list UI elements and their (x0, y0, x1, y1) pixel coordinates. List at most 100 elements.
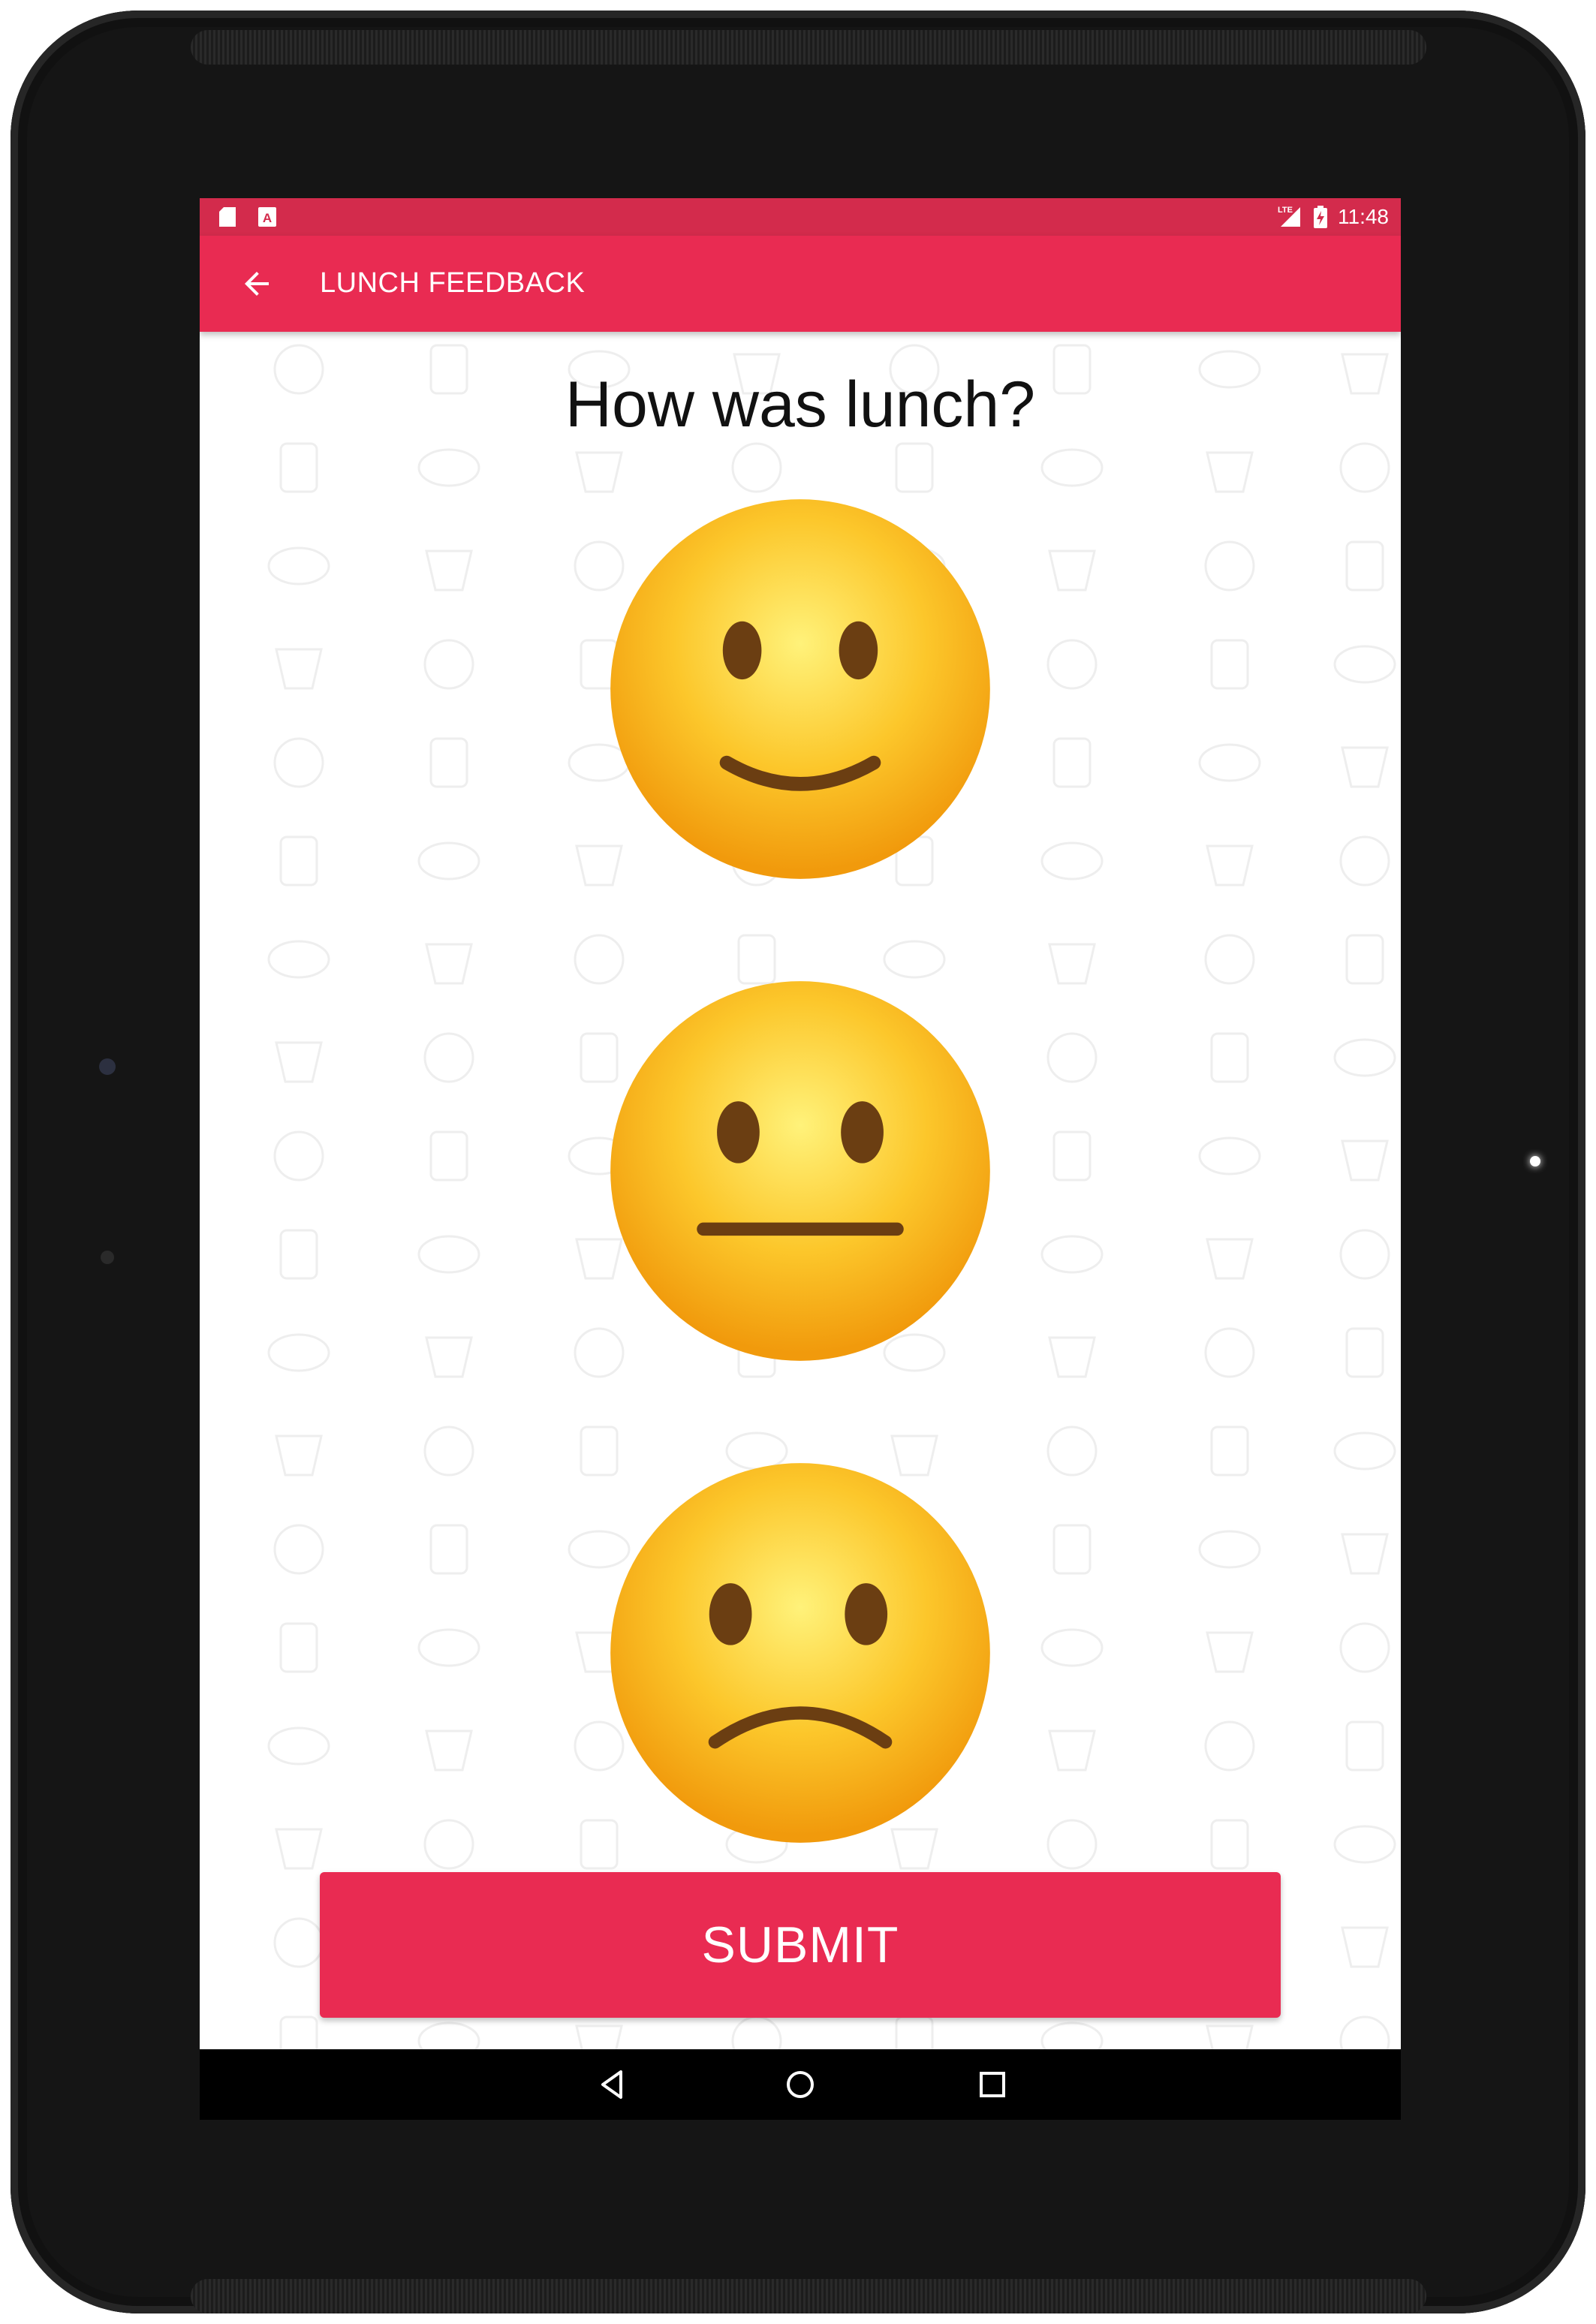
food-pattern-icon (423, 1425, 474, 1477)
food-pattern-icon (417, 1628, 480, 1667)
food-pattern-icon (1341, 1139, 1389, 1182)
food-pattern-icon (1204, 1720, 1255, 1772)
food-pattern-icon (1339, 2015, 1390, 2049)
food-pattern-icon (737, 934, 776, 985)
food-pattern-icon (279, 442, 318, 493)
food-pattern-icon (267, 1333, 330, 1372)
food-pattern-icon (895, 442, 934, 493)
food-pattern-icon (423, 1819, 474, 1870)
food-pattern-icon (1204, 540, 1255, 592)
food-pattern-icon (1339, 835, 1390, 887)
food-pattern-icon (1198, 1530, 1261, 1569)
food-pattern-icon (417, 841, 480, 881)
back-triangle-icon[interactable] (594, 2066, 631, 2103)
top-speaker-grille (191, 30, 1426, 65)
food-pattern-icon (1341, 1533, 1389, 1575)
food-pattern-icon (1048, 549, 1096, 592)
food-pattern-icon (1341, 1926, 1389, 1968)
food-pattern-icon (279, 1229, 318, 1280)
lte-signal-icon: LTE (1278, 206, 1300, 227)
food-pattern-icon (895, 2015, 934, 2049)
food-pattern-icon (1048, 943, 1096, 985)
food-pattern-icon (1046, 1425, 1098, 1477)
food-pattern-icon (883, 940, 946, 979)
food-pattern-icon (429, 1130, 468, 1182)
food-pattern-icon (1210, 639, 1249, 690)
food-pattern-icon (275, 648, 323, 690)
food-pattern-icon (1204, 934, 1255, 985)
food-pattern-icon (1339, 442, 1390, 493)
submit-button[interactable]: SUBMIT (320, 1872, 1281, 2018)
camera-sensor (99, 1058, 116, 1075)
food-pattern-icon (425, 549, 473, 592)
food-pattern-icon (279, 835, 318, 887)
app-bar: LUNCH FEEDBACK (200, 236, 1401, 332)
food-pattern-icon (1206, 844, 1254, 887)
food-pattern-icon (279, 1622, 318, 1673)
keyboard-a-icon: A (258, 207, 276, 227)
notification-led (1530, 1156, 1540, 1167)
food-pattern-icon (1206, 451, 1254, 493)
food-pattern-icon (267, 940, 330, 979)
food-pattern-icon (1040, 1235, 1104, 1274)
food-pattern-icon (417, 2021, 480, 2049)
food-pattern-icon (279, 2015, 318, 2049)
food-pattern-icon (425, 943, 473, 985)
neutral-face-icon[interactable] (607, 977, 994, 1365)
food-pattern-icon (1206, 2024, 1254, 2049)
food-pattern-icon (1345, 934, 1384, 985)
food-pattern-icon (275, 1434, 323, 1477)
light-sensor (101, 1251, 114, 1264)
food-pattern-icon (273, 1524, 324, 1575)
food-pattern-icon (429, 1524, 468, 1575)
feedback-content: How was lunch? SUBMIT (200, 332, 1401, 2049)
food-pattern-icon (1210, 1425, 1249, 1477)
device-screen: A LTE 11:48 LUNCH FEEDBACK How was lunch… (200, 198, 1401, 2120)
food-pattern-icon (1198, 743, 1261, 782)
slightly-frowning-face-icon[interactable] (607, 1459, 994, 1847)
food-pattern-icon (1345, 1720, 1384, 1772)
food-pattern-icon (275, 1828, 323, 1870)
arrow-back-icon[interactable] (239, 266, 275, 302)
food-pattern-icon (1333, 1825, 1396, 1864)
navigation-bar (200, 2049, 1401, 2120)
food-pattern-icon (1046, 1032, 1098, 1083)
food-pattern-icon (1052, 737, 1092, 788)
food-pattern-icon (1204, 1327, 1255, 1378)
food-pattern-icon (1052, 1524, 1092, 1575)
food-pattern-icon (575, 451, 623, 493)
svg-text:LTE: LTE (1278, 206, 1293, 215)
food-pattern-icon (273, 1130, 324, 1182)
home-circle-icon[interactable] (781, 2066, 819, 2103)
recents-square-icon[interactable] (974, 2066, 1011, 2103)
svg-text:A: A (263, 211, 272, 225)
sd-card-icon (219, 207, 236, 227)
clock: 11:48 (1338, 205, 1389, 228)
food-pattern-icon (1040, 1628, 1104, 1667)
food-pattern-icon (575, 2024, 623, 2049)
food-pattern-icon (273, 737, 324, 788)
food-pattern-icon (267, 546, 330, 586)
food-pattern-icon (574, 934, 625, 985)
food-pattern-icon (731, 442, 782, 493)
food-pattern-icon (1333, 1038, 1396, 1077)
food-pattern-icon (731, 2015, 782, 2049)
food-pattern-icon (1040, 841, 1104, 881)
food-pattern-icon (1048, 1336, 1096, 1378)
food-pattern-icon (1206, 1238, 1254, 1280)
status-bar: A LTE 11:48 (200, 198, 1401, 236)
food-pattern-icon (275, 1041, 323, 1083)
food-pattern-icon (1198, 1136, 1261, 1176)
battery-charging-icon (1314, 206, 1327, 228)
food-pattern-icon (1339, 1622, 1390, 1673)
food-pattern-icon (1040, 448, 1104, 487)
food-pattern-icon (1052, 1130, 1092, 1182)
food-pattern-icon (1341, 746, 1389, 788)
food-pattern-icon (1210, 1819, 1249, 1870)
food-pattern-icon (1040, 2021, 1104, 2049)
food-pattern-icon (1048, 1729, 1096, 1772)
slightly-smiling-face-icon[interactable] (607, 495, 994, 883)
food-pattern-icon (1345, 540, 1384, 592)
food-pattern-icon (1206, 1631, 1254, 1673)
food-pattern-icon (1333, 1431, 1396, 1471)
